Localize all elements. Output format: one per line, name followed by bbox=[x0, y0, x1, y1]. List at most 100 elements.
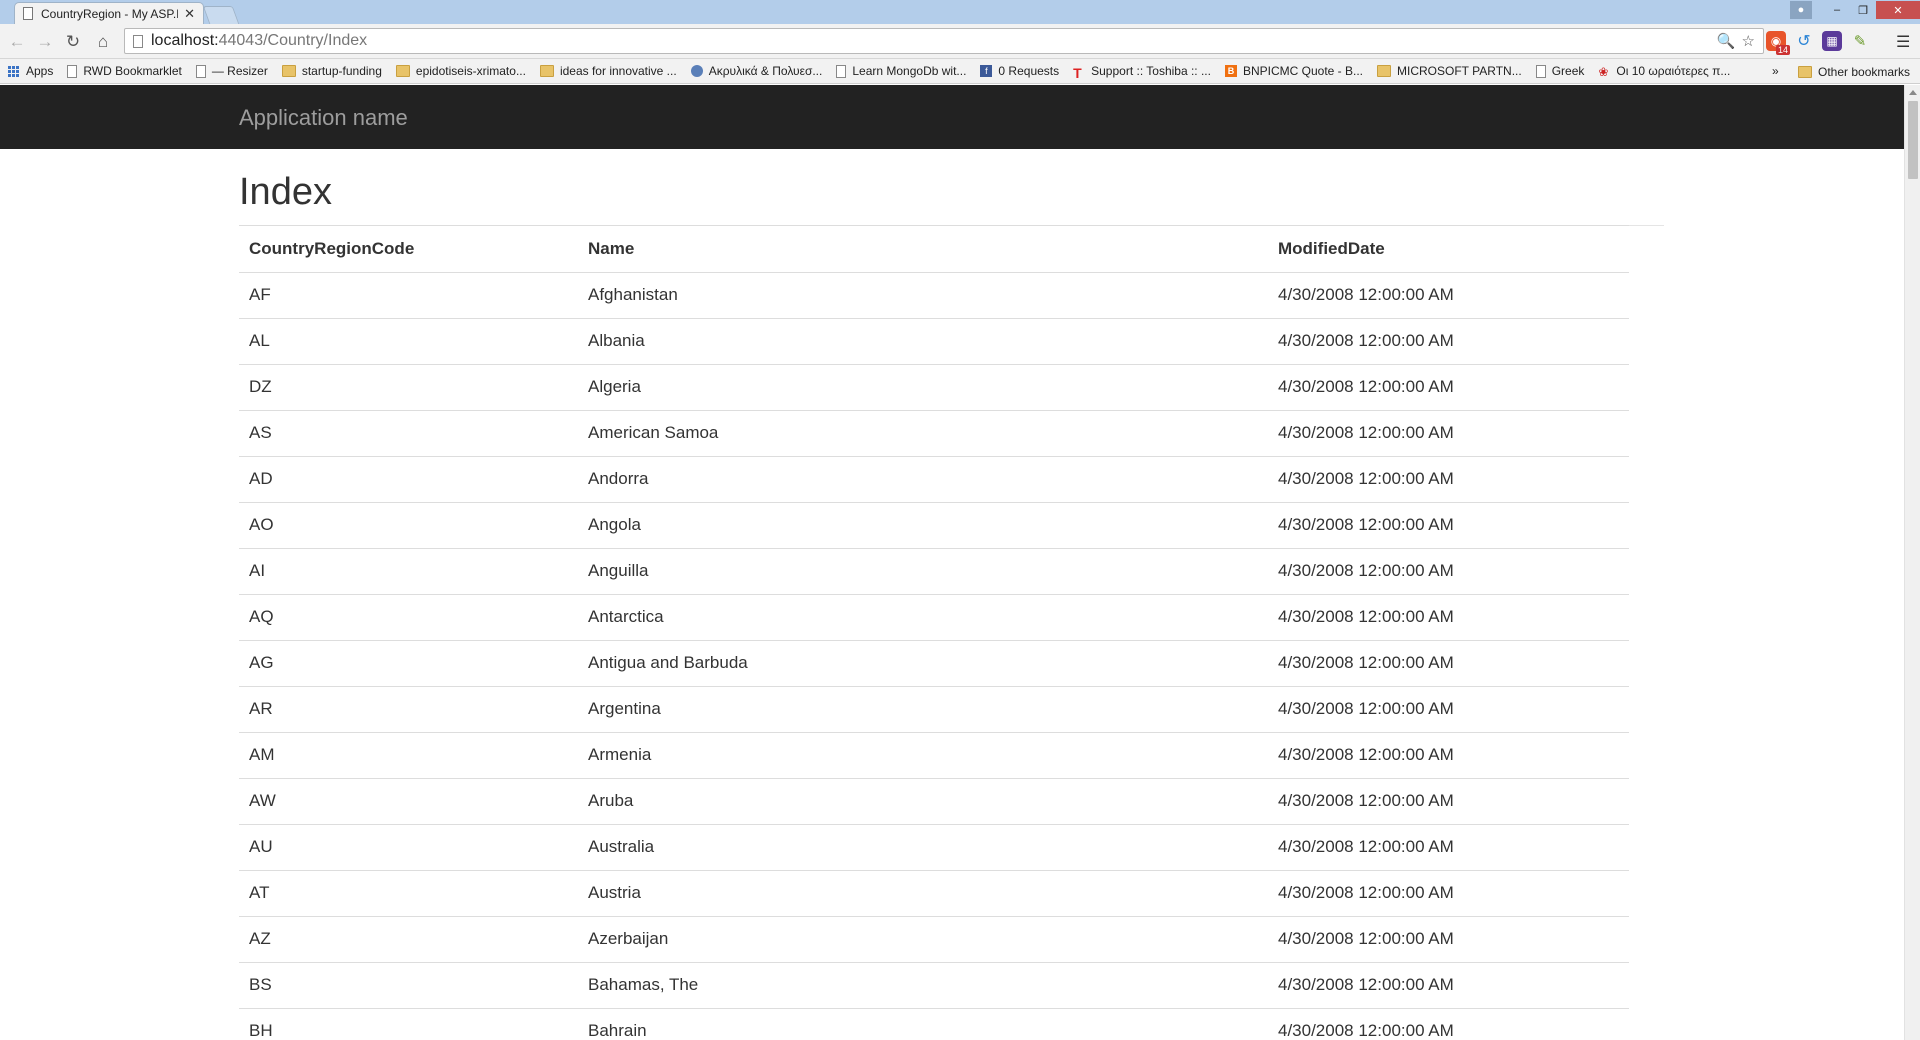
bookmark-item[interactable]: epidotiseis-xrimato... bbox=[395, 64, 526, 78]
app-brand-link[interactable]: Application name bbox=[239, 105, 408, 131]
table-row: AZ Azerbaijan 4/30/2008 12:00:00 AM bbox=[239, 915, 1629, 962]
table-row: AF Afghanistan 4/30/2008 12:00:00 AM bbox=[239, 271, 1629, 318]
bookmarks-bar: Apps RWD Bookmarklet — Resizer startup-fund… bbox=[0, 59, 1920, 84]
bookmark-label: Ακρυλικά & Πολυεσ... bbox=[708, 64, 823, 78]
table-row: BS Bahamas, The 4/30/2008 12:00:00 AM bbox=[239, 961, 1629, 1008]
browser-toolbar: ← → ↻ ⌂ localhost: 44043/Country/Index 🔍 … bbox=[0, 24, 1920, 59]
user-profile-icon[interactable]: ● bbox=[1790, 1, 1812, 19]
table-row: AR Argentina 4/30/2008 12:00:00 AM bbox=[239, 685, 1629, 732]
b-icon: B bbox=[1224, 65, 1237, 77]
table-row: AQ Antarctica 4/30/2008 12:00:00 AM bbox=[239, 593, 1629, 640]
bookmark-item[interactable]: B BNPICMC Quote - B... bbox=[1224, 64, 1364, 78]
cell-name: Austria bbox=[578, 869, 1268, 916]
page-title: Index bbox=[239, 171, 332, 213]
globe-icon bbox=[690, 65, 703, 77]
cell-code: AU bbox=[239, 823, 578, 870]
window-titlebar: CountryRegion - My ASP.I ✕ ● – ❐ ✕ bbox=[0, 0, 1920, 24]
restore-icon[interactable]: ❐ bbox=[1850, 1, 1876, 19]
cell-name: Azerbaijan bbox=[578, 915, 1268, 962]
bookmark-item[interactable]: Greek bbox=[1535, 64, 1584, 78]
bookmark-label: MICROSOFT PARTN... bbox=[1397, 64, 1522, 78]
column-header-code: CountryRegionCode bbox=[239, 225, 578, 272]
bookmark-item[interactable]: MICROSOFT PARTN... bbox=[1377, 64, 1522, 78]
cell-code: AQ bbox=[239, 593, 578, 640]
visual-studio-icon[interactable]: ▦ bbox=[1822, 31, 1842, 51]
bookmark-item[interactable]: Ακρυλικά & Πολυεσ... bbox=[690, 64, 823, 78]
extension-icon[interactable]: ◉ 14 bbox=[1766, 31, 1790, 55]
table-row: AW Aruba 4/30/2008 12:00:00 AM bbox=[239, 777, 1629, 824]
page-scrollbar[interactable] bbox=[1904, 85, 1920, 1040]
reload-icon[interactable]: ↻ bbox=[62, 31, 84, 53]
rose-icon: ❀ bbox=[1598, 65, 1609, 79]
table-row: AL Albania 4/30/2008 12:00:00 AM bbox=[239, 317, 1629, 364]
bookmark-item[interactable]: Learn MongoDb wit... bbox=[836, 64, 966, 78]
back-arrow-icon[interactable]: ← bbox=[6, 31, 28, 53]
bookmarks-overflow-button[interactable]: » bbox=[1772, 64, 1779, 78]
bookmark-item[interactable]: T Support :: Toshiba :: ... bbox=[1073, 64, 1211, 81]
bookmark-star-icon[interactable]: ☆ bbox=[1742, 32, 1755, 50]
cell-code: AM bbox=[239, 731, 578, 778]
scrollbar-thumb[interactable] bbox=[1908, 101, 1918, 179]
menu-icon[interactable]: ☰ bbox=[1896, 32, 1912, 52]
url-path: 44043/Country/Index bbox=[218, 32, 368, 49]
cell-code: AW bbox=[239, 777, 578, 824]
column-header-name: Name bbox=[578, 225, 1268, 272]
cell-name: Afghanistan bbox=[578, 271, 1268, 318]
browser-tab[interactable]: CountryRegion - My ASP.I ✕ bbox=[14, 2, 204, 24]
extension-badge: 14 bbox=[1775, 45, 1790, 55]
cell-name: Bahamas, The bbox=[578, 961, 1268, 1008]
zoom-icon[interactable]: 🔍 bbox=[1717, 32, 1736, 50]
bookmark-item[interactable]: — Resizer bbox=[195, 64, 268, 78]
table-row: AD Andorra 4/30/2008 12:00:00 AM bbox=[239, 455, 1629, 502]
close-window-icon[interactable]: ✕ bbox=[1876, 1, 1920, 19]
new-tab-button[interactable] bbox=[202, 6, 240, 24]
folder-icon bbox=[395, 65, 410, 77]
table-row: AM Armenia 4/30/2008 12:00:00 AM bbox=[239, 731, 1629, 778]
bookmark-item[interactable]: Apps bbox=[8, 64, 53, 78]
bookmark-label: BNPICMC Quote - B... bbox=[1242, 64, 1364, 78]
address-bar[interactable]: localhost: 44043/Country/Index 🔍 ☆ bbox=[124, 28, 1764, 54]
cell-code: AF bbox=[239, 271, 578, 318]
bookmark-item[interactable]: ❀ Οι 10 ωραιότερες π... bbox=[1598, 64, 1730, 79]
cell-name: Argentina bbox=[578, 685, 1268, 732]
edit-tool-icon[interactable]: ✎ bbox=[1850, 31, 1870, 51]
cell-code: AO bbox=[239, 501, 578, 548]
close-tab-icon[interactable]: ✕ bbox=[184, 6, 195, 22]
bookmark-item[interactable]: RWD Bookmarklet bbox=[67, 64, 182, 78]
page-icon bbox=[1535, 64, 1546, 78]
t-icon: T bbox=[1073, 65, 1082, 81]
tab-title: CountryRegion - My ASP.I bbox=[41, 6, 179, 21]
cell-name: Armenia bbox=[578, 731, 1268, 778]
cell-name: American Samoa bbox=[578, 409, 1268, 456]
scroll-up-icon[interactable] bbox=[1909, 90, 1917, 95]
table-row: BH Bahrain 4/30/2008 12:00:00 AM bbox=[239, 1007, 1629, 1040]
table-row: AI Anguilla 4/30/2008 12:00:00 AM bbox=[239, 547, 1629, 594]
page-icon bbox=[836, 64, 847, 78]
cell-name: Bahrain bbox=[578, 1007, 1268, 1040]
url-host: localhost: bbox=[151, 32, 219, 49]
bookmark-item[interactable]: f 0 Requests bbox=[980, 64, 1059, 78]
bookmark-item[interactable]: ideas for innovative ... bbox=[539, 64, 677, 78]
bookmark-label: RWD Bookmarklet bbox=[83, 64, 182, 78]
cell-name: Angola bbox=[578, 501, 1268, 548]
fb-icon: f bbox=[980, 65, 993, 77]
bookmark-label: Other bookmarks bbox=[1818, 64, 1911, 79]
forward-arrow-icon[interactable]: → bbox=[34, 31, 56, 53]
table-row: AG Antigua and Barbuda 4/30/2008 12:00:00 … bbox=[239, 639, 1629, 686]
page-icon bbox=[195, 64, 206, 78]
other-bookmarks-folder[interactable]: Other bookmarks bbox=[1798, 59, 1910, 84]
cell-code: DZ bbox=[239, 363, 578, 410]
cell-code: AL bbox=[239, 317, 578, 364]
bookmark-item[interactable]: startup-funding bbox=[281, 64, 382, 78]
cell-code: AG bbox=[239, 639, 578, 686]
minimize-icon[interactable]: – bbox=[1824, 1, 1850, 19]
home-icon[interactable]: ⌂ bbox=[92, 31, 114, 53]
cell-modified-date: 4/30/2008 12:00:00 AM bbox=[1268, 271, 1629, 318]
cell-name: Antarctica bbox=[578, 593, 1268, 640]
bookmark-label: Apps bbox=[26, 64, 54, 78]
sync-icon[interactable]: ↺ bbox=[1794, 31, 1814, 51]
cell-code: AR bbox=[239, 685, 578, 732]
cell-modified-date: 4/30/2008 12:00:00 AM bbox=[1268, 639, 1629, 686]
cell-name: Aruba bbox=[578, 777, 1268, 824]
cell-code: AS bbox=[239, 409, 578, 456]
